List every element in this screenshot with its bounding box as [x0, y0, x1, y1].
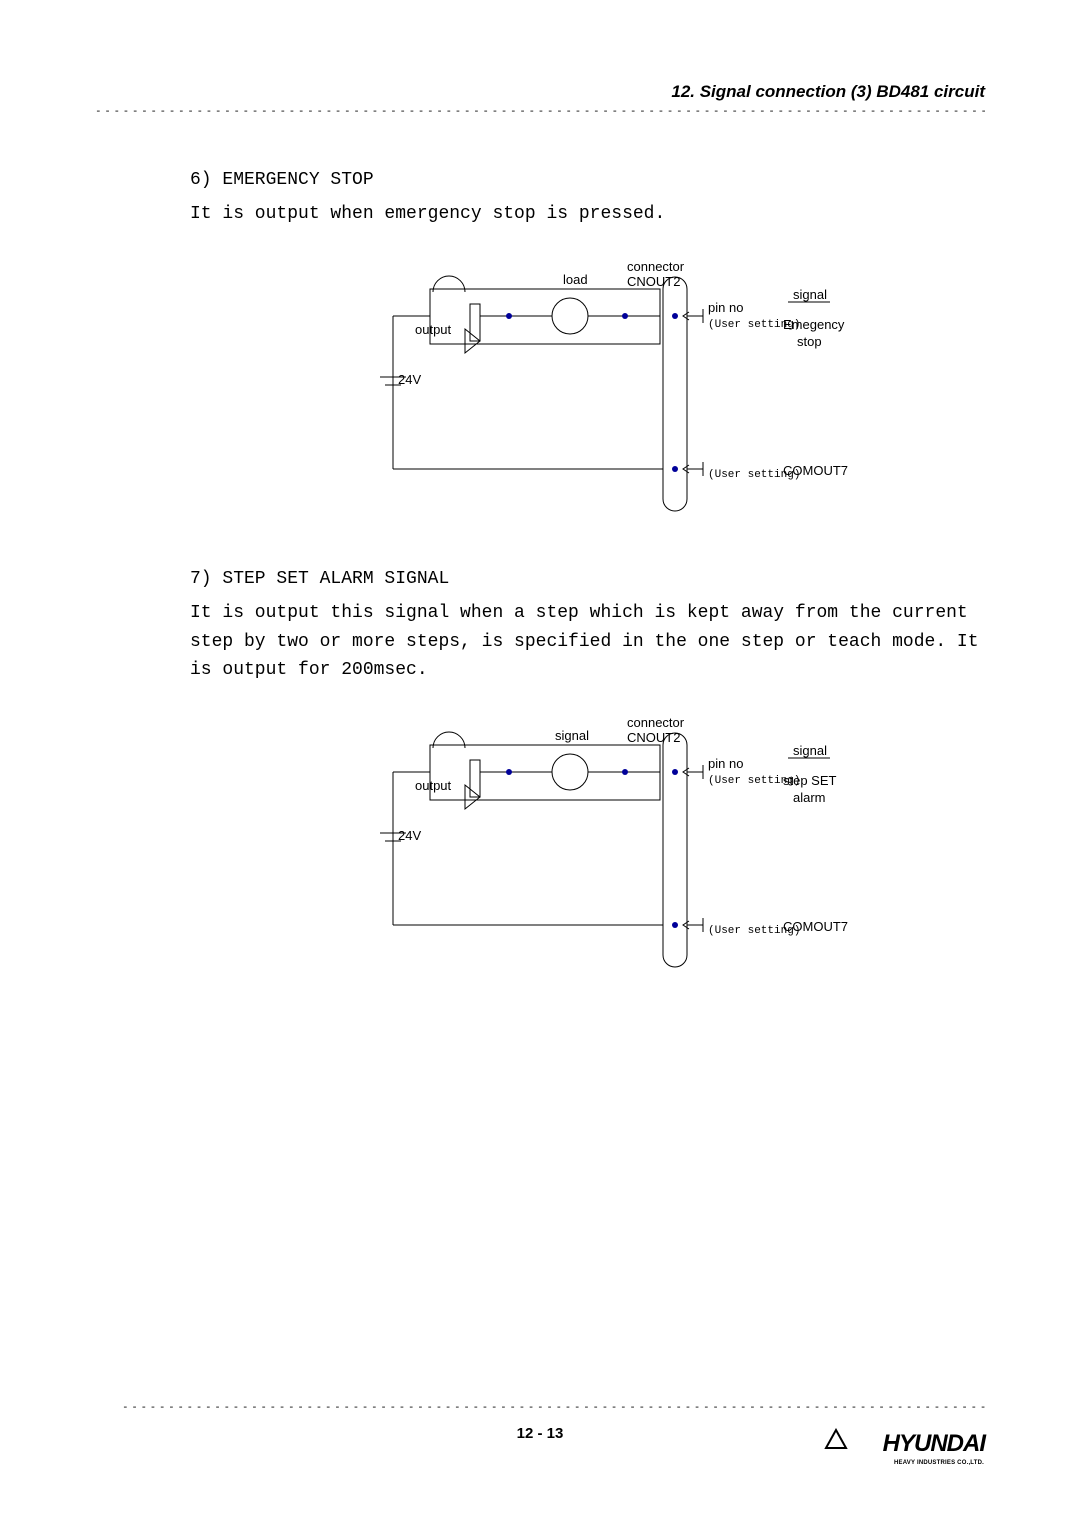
- label-connector: connector: [627, 259, 685, 274]
- diagram-emergency-stop: output 24V load connector CNOUT2 pin no …: [305, 259, 865, 529]
- page-header: 12. Signal connection (3) BD481 circuit: [671, 82, 985, 102]
- label-pinno: pin no: [708, 300, 743, 315]
- label-24v: 24V: [398, 828, 421, 843]
- label-pinno: pin no: [708, 756, 743, 771]
- section-6-title: 6) EMERGENCY STOP: [190, 170, 980, 190]
- section-7-title: 7) STEP SET ALARM SIGNAL: [190, 569, 980, 589]
- label-signal: signal: [793, 743, 827, 758]
- label-signal-left: signal: [555, 728, 589, 743]
- hyundai-logo: HYUNDAI: [883, 1430, 985, 1458]
- label-connector-name: CNOUT2: [627, 730, 680, 745]
- label-comout7: COMOUT7: [783, 463, 848, 478]
- label-24v: 24V: [398, 372, 421, 387]
- label-connector-name: CNOUT2: [627, 274, 680, 289]
- footer-rule: ----------------------------------------…: [122, 1400, 985, 1413]
- hyundai-logo-sub: HEAVY INDUSTRIES CO.,LTD.: [894, 1460, 984, 1466]
- label-comout7: COMOUT7: [783, 919, 848, 934]
- section-7-text: It is output this signal when a step whi…: [190, 599, 980, 685]
- label-emergency: Emegency: [783, 317, 845, 332]
- label-output: output: [415, 322, 452, 337]
- header-rule: ----------------------------------------…: [95, 104, 985, 117]
- section-6-text: It is output when emergency stop is pres…: [190, 200, 980, 229]
- label-connector: connector: [627, 715, 685, 730]
- label-output: output: [415, 778, 452, 793]
- label-stop: stop: [797, 334, 822, 349]
- label-load: load: [563, 272, 588, 287]
- page-content: 6) EMERGENCY STOP It is output when emer…: [190, 170, 980, 1025]
- diagram-step-set-alarm: output 24V signal connector CNOUT2 pin n…: [305, 715, 865, 985]
- logo-triangle-icon: [824, 1428, 848, 1450]
- label-signal: signal: [793, 287, 827, 302]
- label-alarm: alarm: [793, 790, 826, 805]
- label-stepset: step SET: [783, 773, 837, 788]
